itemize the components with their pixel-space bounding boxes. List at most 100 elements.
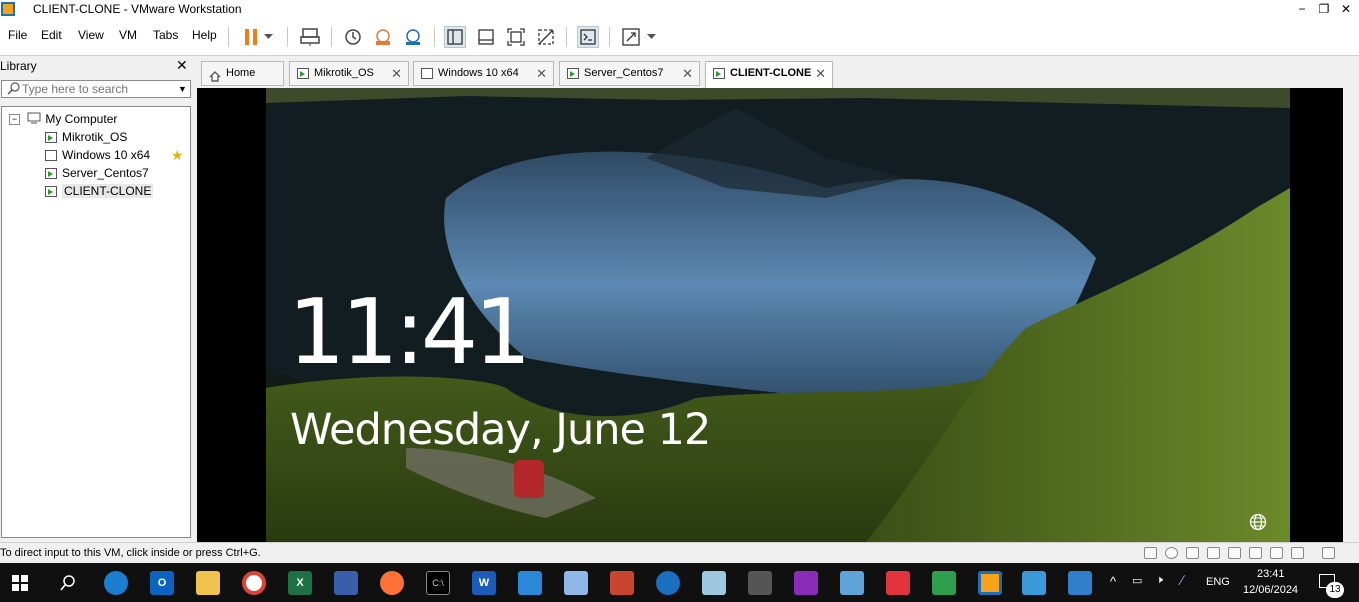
lockscreen-date: Wednesday, June 12 [290, 405, 711, 455]
tab-close-icon[interactable]: ✕ [815, 62, 826, 85]
tray-time[interactable]: 23:41 [1257, 568, 1285, 580]
search-icon[interactable] [56, 571, 80, 595]
excel-icon[interactable]: X [288, 571, 312, 595]
tray-date[interactable]: 12/06/2024 [1243, 584, 1298, 596]
language-indicator[interactable]: ENG [1206, 576, 1230, 588]
snapshot-revert-icon[interactable] [372, 26, 394, 48]
cd-dvd-icon[interactable] [1165, 547, 1178, 559]
file-explorer-icon[interactable] [196, 571, 220, 595]
photos-icon[interactable] [1068, 571, 1092, 595]
power-dropdown-icon[interactable] [261, 26, 275, 48]
tab-close-icon[interactable]: ✕ [536, 62, 547, 85]
windows-start-icon[interactable] [8, 571, 32, 595]
vm-running-icon [567, 68, 579, 79]
toolbar-divider [434, 27, 435, 47]
usb-icon[interactable] [1228, 547, 1241, 559]
console-view-icon[interactable] [577, 26, 599, 48]
menu-tabs[interactable]: Tabs [153, 28, 178, 42]
volume-muted-icon[interactable]: 🕨 [1156, 574, 1163, 587]
lockscreen-background[interactable]: 11:41 Wednesday, June 12 [266, 88, 1290, 542]
library-search[interactable]: ▼ [1, 80, 191, 98]
tab-mikrotik-os[interactable]: Mikrotik_OS ✕ [289, 61, 409, 86]
cable-tool-icon[interactable] [748, 571, 772, 595]
notes-app-icon[interactable] [702, 571, 726, 595]
vm-console[interactable]: 11:41 Wednesday, June 12 [197, 88, 1343, 542]
library-item-mikrotik[interactable]: Mikrotik_OS [45, 129, 127, 145]
library-item-client-clone[interactable]: CLIENT-CLONE [45, 183, 154, 199]
vertical-scrollbar[interactable] [1343, 88, 1359, 542]
network-adapter-icon[interactable] [1186, 547, 1199, 559]
library-item-server-centos7[interactable]: Server_Centos7 [45, 165, 149, 181]
toolbar-divider [331, 27, 332, 47]
message-log-icon[interactable] [1322, 547, 1335, 559]
vm-running-icon [45, 168, 57, 180]
vmware-taskbar-icon[interactable] [978, 571, 1002, 595]
hard-disk-icon[interactable] [1144, 547, 1157, 559]
printer-icon[interactable] [1270, 547, 1283, 559]
tab-close-icon[interactable]: ✕ [682, 62, 693, 85]
full-screen-icon[interactable] [505, 26, 527, 48]
menu-edit[interactable]: Edit [41, 28, 62, 42]
toolbar-divider [228, 27, 229, 47]
stretch-dropdown-icon[interactable] [644, 26, 658, 48]
edge-icon[interactable] [104, 571, 128, 595]
vm-running-icon [713, 68, 725, 79]
snapshot-take-icon[interactable] [342, 26, 364, 48]
library-close-button[interactable]: ✕ [176, 57, 188, 74]
pdf-app-icon[interactable] [794, 571, 818, 595]
toolbar-divider [566, 27, 567, 47]
network-adapter-2-icon[interactable] [1207, 547, 1220, 559]
network-tray-icon[interactable]: ▭ [1132, 574, 1142, 587]
tab-server-centos7[interactable]: Server_Centos7 ✕ [559, 61, 700, 86]
network-cloud-icon[interactable] [564, 571, 588, 595]
tab-close-icon[interactable]: ✕ [391, 62, 402, 85]
collapse-icon[interactable]: − [9, 114, 20, 126]
network-tool-icon[interactable] [334, 571, 358, 595]
chrome-icon[interactable] [242, 571, 266, 595]
menu-view[interactable]: View [78, 28, 104, 42]
tab-client-clone[interactable]: CLIENT-CLONE ✕ [705, 61, 833, 88]
vscode-icon[interactable] [518, 571, 542, 595]
word-icon[interactable]: W [472, 571, 496, 595]
library-item-label: CLIENT-CLONE [62, 184, 154, 198]
snapshot-manager-icon[interactable] [402, 26, 424, 48]
menu-file[interactable]: File [8, 28, 27, 42]
menu-vm[interactable]: VM [119, 28, 137, 42]
anydesk-icon[interactable] [886, 571, 910, 595]
show-library-icon[interactable] [444, 26, 466, 48]
favorite-star-icon[interactable]: ★ [171, 147, 184, 163]
show-hidden-icons-icon[interactable]: ^ [1110, 574, 1116, 589]
search-dropdown-icon[interactable]: ▼ [178, 81, 187, 97]
thumbnail-bar-icon[interactable] [475, 26, 497, 48]
menu-help[interactable]: Help [192, 28, 217, 42]
image-editor-icon[interactable] [610, 571, 634, 595]
library-item-windows10[interactable]: Windows 10 x64 [45, 147, 150, 163]
close-button[interactable]: ✕ [1333, 0, 1359, 19]
display-icon[interactable] [1291, 547, 1304, 559]
remote-desktop-icon[interactable] [1022, 571, 1046, 595]
library-header: Library [0, 59, 37, 73]
security-tool-icon[interactable] [932, 571, 956, 595]
browser-app-icon[interactable] [656, 571, 680, 595]
backpack [514, 460, 544, 498]
window-title: CLIENT-CLONE - VMware Workstation [33, 2, 242, 16]
search-input[interactable] [22, 82, 172, 96]
globe-icon[interactable] [1249, 513, 1267, 534]
toolbar-divider [609, 27, 610, 47]
pen-tray-icon[interactable]: ∕ [1181, 572, 1183, 588]
tree-root-label: My Computer [45, 112, 118, 126]
stretch-guest-icon[interactable] [620, 26, 642, 48]
command-prompt-icon[interactable]: C:\ [426, 571, 450, 595]
tree-root-my-computer[interactable]: − My Computer [9, 111, 117, 127]
notification-count-badge: 13 [1326, 582, 1344, 598]
tab-windows10[interactable]: Windows 10 x64 ✕ [413, 61, 554, 86]
firefox-icon[interactable] [380, 571, 404, 595]
remote-access-icon[interactable] [840, 571, 864, 595]
tab-home[interactable]: Home [201, 61, 284, 86]
pause-icon[interactable] [240, 26, 262, 48]
unity-icon[interactable] [535, 26, 557, 48]
library-item-label: Server_Centos7 [62, 166, 149, 180]
outlook-icon[interactable]: O [150, 571, 174, 595]
send-ctrl-alt-del-icon[interactable] [299, 26, 321, 48]
sound-card-icon[interactable] [1249, 547, 1262, 559]
